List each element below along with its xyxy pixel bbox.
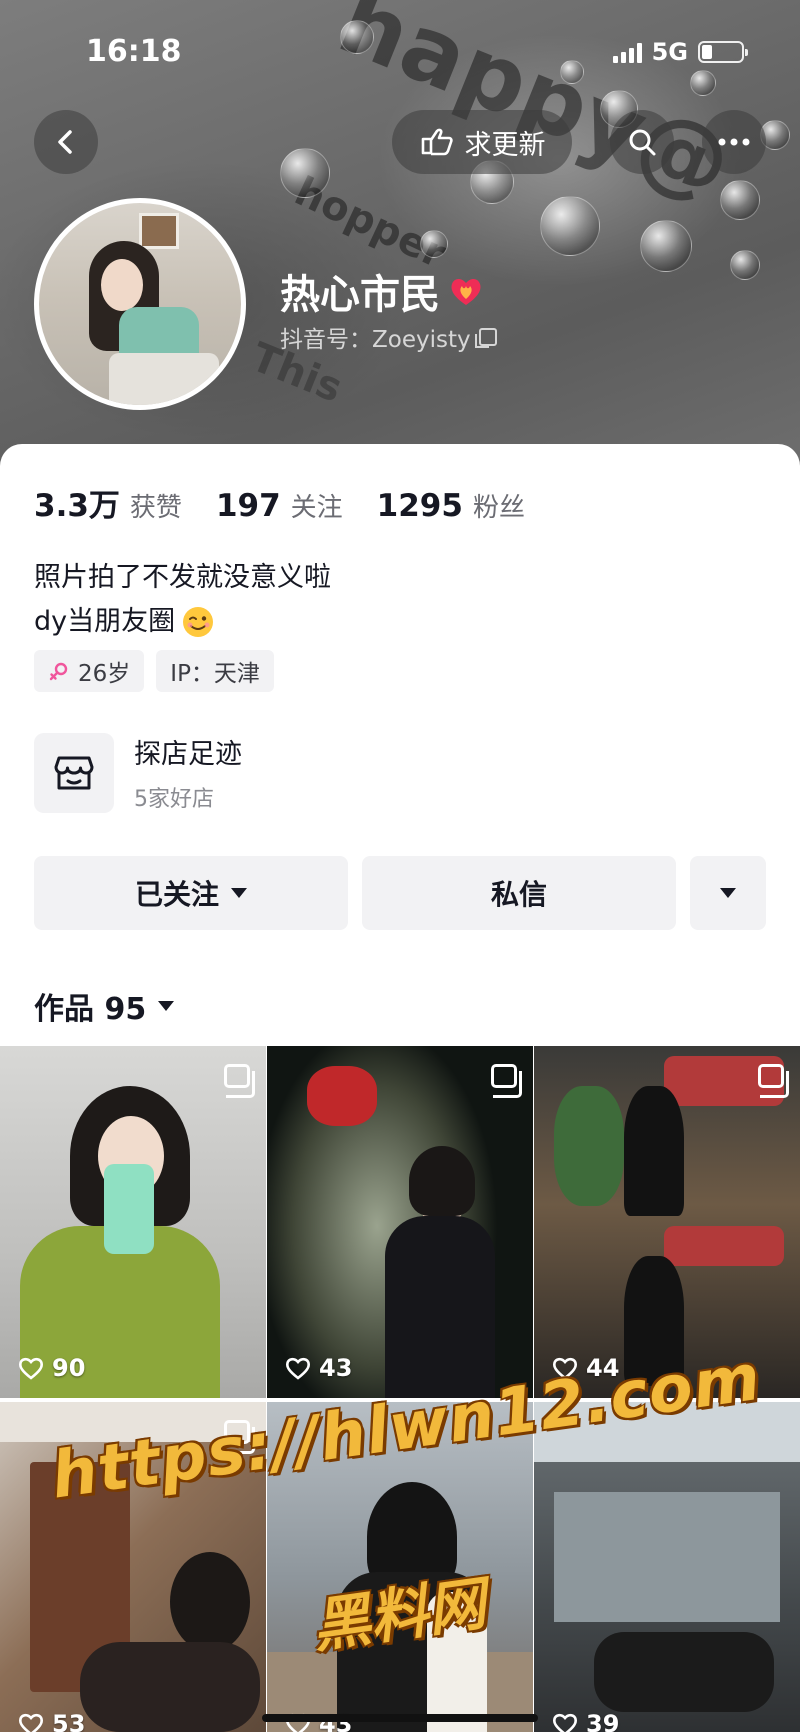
- age-text: 26岁: [78, 661, 131, 687]
- like-count-text: 90: [52, 1354, 86, 1382]
- water-drop: [280, 148, 330, 198]
- nickname: 热心市民: [280, 262, 484, 320]
- search-icon: [629, 129, 656, 156]
- stat-following[interactable]: 197 关注: [216, 487, 343, 524]
- water-drop: [730, 250, 760, 280]
- like-count: 90: [18, 1354, 85, 1382]
- work-item[interactable]: 90: [0, 1046, 266, 1398]
- chevron-left-icon: [58, 130, 72, 154]
- shop-title: 探店足迹: [134, 739, 242, 770]
- work-item[interactable]: 43: [267, 1046, 533, 1398]
- more-options-button[interactable]: [702, 110, 766, 174]
- stat-likes-label: 获赞: [129, 493, 182, 523]
- status-indicators: 5G: [612, 38, 748, 66]
- like-count: 39: [552, 1710, 619, 1732]
- heart-outline-icon: [286, 1357, 310, 1380]
- like-count: 53: [18, 1710, 85, 1732]
- like-count-text: 43: [319, 1354, 353, 1382]
- bio-line-2: dy当朋友圈: [34, 600, 331, 644]
- network-type: 5G: [651, 38, 688, 66]
- stat-followers-value: 1295: [376, 488, 463, 524]
- status-time: 16:18: [86, 34, 182, 69]
- works-header-text: 作品 95: [34, 992, 147, 1027]
- heart-outline-icon: [19, 1713, 43, 1732]
- like-count: 43: [285, 1354, 352, 1382]
- storefront-icon: [54, 756, 94, 789]
- account-id-text: 抖音号：Zoeyisty: [280, 327, 471, 353]
- stat-followers[interactable]: 1295 粉丝: [377, 487, 525, 524]
- shop-text: 探店足迹 5家好店: [134, 732, 242, 813]
- work-item[interactable]: 44: [534, 1046, 800, 1398]
- stat-following-label: 关注: [290, 493, 343, 523]
- multi-image-icon: [758, 1064, 789, 1098]
- bio-line-1: 照片拍了不发就没意义啦: [34, 562, 331, 593]
- following-label: 已关注: [134, 878, 219, 911]
- chevron-down-icon: [231, 888, 247, 898]
- shop-subtitle: 5家好店: [134, 787, 214, 812]
- action-buttons: 已关注 私信: [34, 856, 766, 930]
- stat-following-value: 197: [215, 488, 281, 524]
- works-tab[interactable]: 作品 95: [34, 984, 175, 1028]
- fire-heart-icon: [451, 278, 481, 305]
- profile-stats: 3.3万 获赞 197 关注 1295 粉丝: [34, 480, 525, 525]
- profile-tags: 26岁 IP：天津: [34, 650, 274, 692]
- signal-icon: [612, 41, 642, 63]
- copy-icon[interactable]: [474, 328, 497, 348]
- battery-level: [702, 45, 712, 59]
- recommend-toggle-button[interactable]: [690, 856, 766, 930]
- hand-point-icon: [421, 128, 453, 156]
- like-count-text: 53: [52, 1710, 86, 1732]
- work-item[interactable]: 39: [534, 1402, 800, 1732]
- stat-likes-value: 3.3万: [34, 488, 120, 524]
- female-icon: [49, 662, 68, 681]
- age-tag: 26岁: [34, 650, 145, 692]
- request-update-button[interactable]: 求更新: [392, 110, 572, 174]
- request-update-label: 求更新: [464, 129, 546, 161]
- ip-tag: IP：天津: [156, 650, 274, 692]
- water-drop: [420, 230, 448, 258]
- nickname-text: 热心市民: [280, 272, 440, 318]
- chevron-down-icon: [158, 1001, 175, 1011]
- search-button[interactable]: [610, 110, 674, 174]
- heart-outline-icon: [553, 1713, 577, 1732]
- water-drop: [540, 196, 600, 256]
- stat-likes[interactable]: 3.3万 获赞: [34, 480, 182, 525]
- water-drop: [560, 60, 584, 84]
- account-id[interactable]: 抖音号：Zoeyisty: [280, 320, 497, 354]
- avatar[interactable]: [34, 198, 246, 410]
- ip-text: IP：天津: [170, 661, 260, 687]
- water-drop: [340, 20, 374, 54]
- multi-image-icon: [491, 1064, 522, 1098]
- stat-followers-label: 粉丝: [472, 493, 525, 523]
- bio: 照片拍了不发就没意义啦 dy当朋友圈: [34, 556, 331, 644]
- bio-line-2-text: dy当朋友圈: [34, 606, 176, 637]
- like-count-text: 39: [586, 1710, 620, 1732]
- multi-image-icon: [224, 1064, 255, 1098]
- more-dots-icon: [718, 138, 750, 146]
- following-button[interactable]: 已关注: [34, 856, 348, 930]
- home-indicator: [262, 1714, 538, 1722]
- battery-icon: [698, 41, 748, 63]
- water-drop: [690, 70, 716, 96]
- wink-emoji-icon: [183, 607, 214, 637]
- chevron-down-icon: [720, 888, 736, 898]
- message-button[interactable]: 私信: [362, 856, 676, 930]
- message-label: 私信: [490, 878, 547, 911]
- water-drop: [720, 180, 760, 220]
- shop-visits-entry[interactable]: 探店足迹 5家好店: [34, 732, 242, 813]
- heart-outline-icon: [19, 1357, 43, 1380]
- back-button[interactable]: [34, 110, 98, 174]
- water-drop: [640, 220, 692, 272]
- shop-icon-box: [34, 732, 114, 813]
